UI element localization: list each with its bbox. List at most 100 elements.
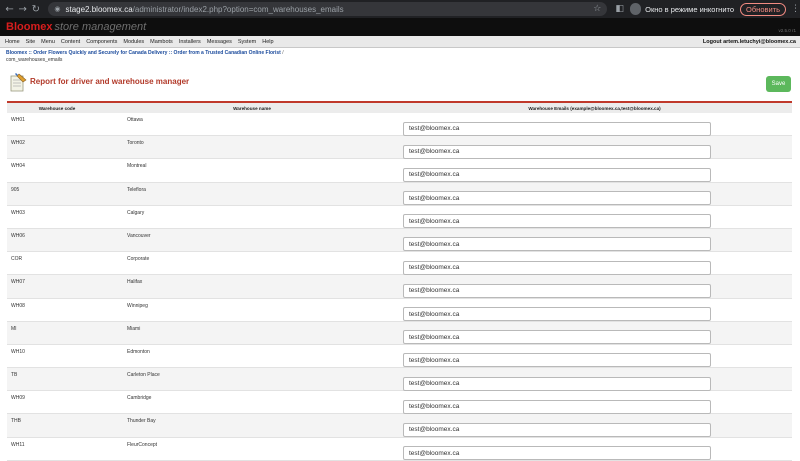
email-cell (403, 275, 792, 298)
warehouse-email-input[interactable] (403, 260, 711, 275)
forward-icon[interactable]: → (16, 4, 29, 15)
browser-toolbar: ← → ↻ ◉ stage2.bloomex.ca/administrator/… (0, 0, 800, 18)
menu-item-system[interactable]: System (235, 39, 259, 45)
address-bar[interactable]: ◉ stage2.bloomex.ca/administrator/index2… (48, 2, 608, 16)
warehouse-name: Carleton Place (127, 372, 160, 379)
side-panel-icon[interactable]: ◧ (615, 4, 624, 14)
lock-icon[interactable]: ◉ (54, 5, 60, 13)
email-cell (403, 183, 792, 206)
incognito-icon[interactable] (629, 3, 642, 15)
warehouse-code: 905 (11, 186, 20, 193)
menu-item-messages[interactable]: Messages (204, 39, 235, 45)
email-cell (403, 438, 792, 461)
warehouse-email-input[interactable] (403, 353, 711, 368)
menu-item-site[interactable]: Site (23, 39, 38, 45)
reload-icon[interactable]: ↻ (29, 4, 42, 15)
table-row: WH11 FleurConcept (7, 438, 792, 461)
email-cell (403, 299, 792, 321)
warehouse-emails-table: Warehouse code Warehouse name Warehouse … (7, 101, 792, 461)
warehouse-email-input[interactable] (403, 376, 711, 391)
update-button[interactable]: Обновить (740, 2, 787, 16)
warehouse-code: WH01 (11, 117, 25, 123)
email-cell (403, 229, 792, 252)
email-cell (403, 414, 792, 437)
warehouse-name: Thunder Bay (127, 418, 156, 425)
warehouse-email-input[interactable] (403, 283, 711, 298)
warehouse-email-input[interactable] (403, 167, 711, 182)
warehouse-name: Halifax (127, 279, 143, 286)
email-cell (403, 368, 792, 391)
warehouse-name: Teleflora (127, 186, 146, 193)
column-header-code: Warehouse code (38, 105, 76, 111)
warehouse-name: Calgary (127, 209, 145, 216)
warehouse-code: TB (11, 372, 18, 379)
table-row: MI Miami (7, 321, 792, 345)
warehouse-code: THB (11, 418, 21, 425)
table-row: WH02 Toronto (7, 136, 792, 160)
warehouse-code: MI (11, 325, 17, 332)
warehouse-code: WH03 (11, 209, 25, 216)
warehouse-name: Montreal (127, 163, 147, 170)
browser-menu-icon[interactable]: ⋮ (791, 4, 800, 14)
url-host: stage2.bloomex.ca (65, 4, 133, 14)
menu-item-help[interactable]: Help (259, 39, 276, 45)
warehouse-email-input[interactable] (403, 237, 711, 252)
table-row: 905 Teleflora (7, 182, 792, 206)
warehouse-name: Cambridge (127, 395, 152, 402)
breadcrumb-separator: / (282, 50, 284, 56)
notepad-icon (10, 73, 27, 92)
url-path: /administrator/index2.php?option=com_war… (132, 4, 344, 14)
table-row: THB Thunder Bay (7, 414, 792, 438)
email-cell (403, 113, 792, 136)
warehouse-name: Ottawa (127, 117, 143, 123)
version-label: v2.5.0 r1 (778, 28, 796, 33)
warehouse-name: FleurConcept (127, 441, 158, 448)
warehouse-code: COR (11, 256, 23, 263)
logout-link[interactable]: Logout artem.letuchyi@bloomex.ca (703, 39, 796, 45)
table-row: WH01 Ottawa (7, 113, 792, 137)
bookmark-star-icon[interactable]: ☆ (593, 4, 601, 14)
email-cell (403, 391, 792, 414)
warehouse-email-input[interactable] (403, 422, 711, 437)
table-row: WH03 Calgary (7, 206, 792, 229)
menu-item-mambots[interactable]: Mambots (147, 39, 176, 45)
incognito-label: Окно в режиме инкогнито (645, 4, 735, 14)
warehouse-name: Vancouver (127, 232, 151, 239)
warehouse-email-input[interactable] (403, 307, 711, 321)
column-header-name: Warehouse name (233, 105, 271, 111)
email-cell (403, 206, 792, 229)
warehouse-email-input[interactable] (403, 446, 711, 461)
menu-item-components[interactable]: Components (83, 39, 120, 45)
warehouse-email-input[interactable] (403, 214, 711, 229)
warehouse-code: WH06 (11, 232, 25, 239)
menu-item-home[interactable]: Home (0, 39, 23, 45)
table-body: WH01 Ottawa WH02 Toronto WH04 Montreal 905 Tele… (7, 113, 792, 461)
email-cell (403, 252, 792, 275)
warehouse-email-input[interactable] (403, 191, 711, 206)
email-cell (403, 136, 792, 159)
table-row: WH04 Montreal (7, 159, 792, 183)
save-button[interactable]: Save (766, 76, 791, 92)
table-header: Warehouse code Warehouse name Warehouse … (7, 101, 792, 113)
email-cell (403, 322, 792, 345)
breadcrumb-link-home[interactable]: Bloomex :: Order Flowers Quickly and Sec… (6, 50, 281, 56)
logo-brand: Bloomex (6, 21, 53, 33)
column-header-emails: Warehouse Emails (example@bloomex.ca,tes… (528, 105, 661, 111)
menu-item-modules[interactable]: Modules (120, 39, 147, 45)
table-row: WH06 Vancouver (7, 228, 792, 253)
menu-item-installers[interactable]: Installers (176, 39, 204, 45)
warehouse-name: Winnipeg (127, 302, 148, 309)
page-title: Report for driver and warehouse manager (30, 77, 190, 86)
table-row: COR Corporate (7, 252, 792, 276)
warehouse-email-input[interactable] (403, 330, 711, 345)
warehouse-email-input[interactable] (403, 144, 711, 159)
warehouse-email-input[interactable] (403, 399, 711, 414)
warehouse-email-input[interactable] (403, 121, 711, 136)
warehouse-name: Corporate (127, 256, 150, 263)
menu-item-content[interactable]: Content (58, 39, 83, 45)
menu-item-menu[interactable]: Menu (38, 39, 58, 45)
breadcrumb: Bloomex :: Order Flowers Quickly and Sec… (6, 50, 306, 64)
warehouse-code: WH07 (11, 279, 25, 286)
back-icon[interactable]: ← (3, 4, 16, 15)
warehouse-code: WH11 (11, 441, 25, 448)
